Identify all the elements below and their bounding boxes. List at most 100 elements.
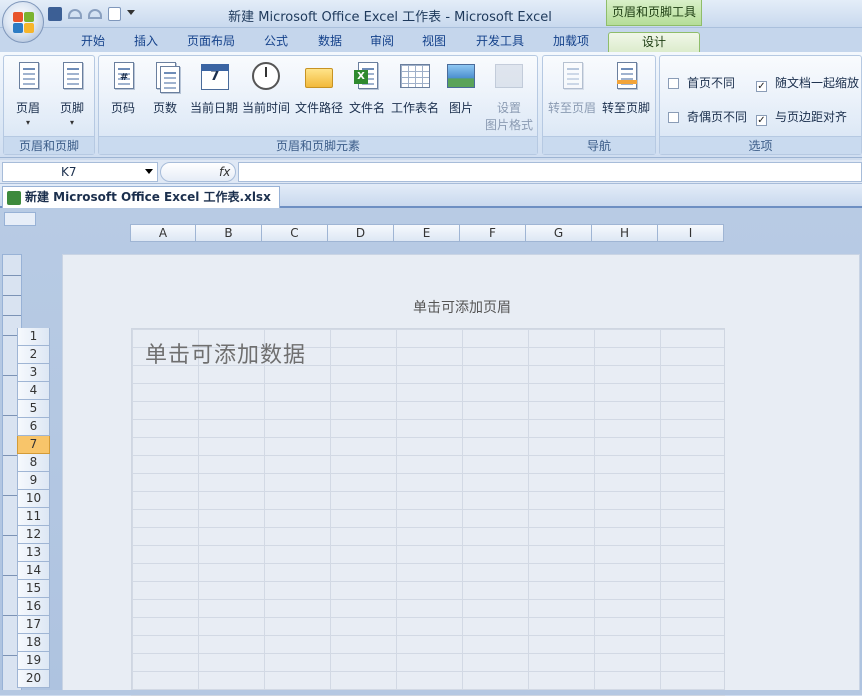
header-placeholder[interactable]: 单击可添加页眉: [63, 297, 861, 317]
scale-with-document-checkbox[interactable]: ✓ 随文档一起缩放: [756, 74, 859, 92]
checkbox-checked-icon: ✓: [756, 81, 767, 92]
group-label: 选项: [660, 136, 861, 154]
row-header[interactable]: 18: [17, 634, 50, 652]
picture-icon: [446, 60, 476, 92]
formula-input[interactable]: [238, 162, 862, 182]
row-header[interactable]: 4: [17, 382, 50, 400]
row-header[interactable]: 3: [17, 364, 50, 382]
column-header[interactable]: E: [394, 224, 460, 242]
column-header[interactable]: D: [328, 224, 394, 242]
excel-icon: [7, 191, 21, 205]
page-layout-page: 单击可添加页眉 单击可添加数据: [62, 254, 861, 696]
tab-design[interactable]: 设计: [608, 32, 700, 52]
row-header[interactable]: 6: [17, 418, 50, 436]
row-header[interactable]: 1: [17, 328, 50, 346]
group-label: 页眉和页脚: [4, 136, 94, 154]
different-odd-even-checkbox[interactable]: 奇偶页不同: [668, 108, 747, 125]
checkbox-empty-icon: [668, 78, 679, 89]
page-number-button[interactable]: # 页码: [101, 60, 145, 117]
row-header[interactable]: 10: [17, 490, 50, 508]
checkbox-empty-icon: [668, 112, 679, 123]
worksheet-area: A B C D E F G H I 单击可添加页眉 单击可添加数据 1 2 3 …: [0, 208, 862, 696]
page-number-icon: #: [108, 60, 138, 92]
office-logo-icon: [13, 12, 35, 34]
file-path-button[interactable]: 文件路径: [293, 60, 345, 117]
column-header[interactable]: I: [658, 224, 724, 242]
row-header[interactable]: 12: [17, 526, 50, 544]
column-header[interactable]: G: [526, 224, 592, 242]
column-header[interactable]: C: [262, 224, 328, 242]
document-tab[interactable]: 新建 Microsoft Office Excel 工作表.xlsx: [2, 186, 280, 208]
chevron-down-icon[interactable]: [145, 169, 153, 174]
tab-view[interactable]: 视图: [408, 32, 460, 52]
group-navigation: 转至页眉 转至页脚 导航: [542, 55, 656, 155]
folder-icon: [304, 60, 334, 92]
page-count-button[interactable]: 页数: [143, 60, 187, 117]
row-header[interactable]: 15: [17, 580, 50, 598]
group-label: 页眉和页脚元素: [99, 136, 537, 154]
row-header[interactable]: 17: [17, 616, 50, 634]
goto-header-icon: [557, 60, 587, 92]
data-placeholder[interactable]: 单击可添加数据: [145, 337, 306, 369]
header-button[interactable]: 页眉 ▾: [6, 60, 50, 127]
row-header[interactable]: 8: [17, 454, 50, 472]
different-first-page-checkbox[interactable]: 首页不同: [668, 74, 735, 91]
column-header[interactable]: A: [130, 224, 196, 242]
group-elements: # 页码 页数 7 当前日期 当前时间 文件路径 X 文件名 工作表名 图片 设…: [98, 55, 538, 155]
tab-page-layout[interactable]: 页面布局: [178, 32, 244, 52]
tab-review[interactable]: 审阅: [356, 32, 408, 52]
row-header[interactable]: 20: [17, 670, 50, 688]
formula-bar: K7 fx: [0, 160, 862, 184]
title-bar: 新建 Microsoft Office Excel 工作表 - Microsof…: [0, 0, 862, 43]
row-header[interactable]: 5: [17, 400, 50, 418]
row-header[interactable]: 2: [17, 346, 50, 364]
excel-file-icon: X: [352, 60, 382, 92]
row-header[interactable]: 13: [17, 544, 50, 562]
goto-footer-icon: [611, 60, 641, 92]
ribbon-tabs: 开始 插入 页面布局 公式 数据 审阅 视图 开发工具 加载项 设计: [0, 28, 862, 52]
sheet-tab-strip[interactable]: [0, 690, 862, 695]
row-header[interactable]: 14: [17, 562, 50, 580]
tab-developer[interactable]: 开发工具: [468, 32, 532, 52]
tab-home[interactable]: 开始: [66, 32, 120, 52]
column-header[interactable]: B: [196, 224, 262, 242]
tab-formulas[interactable]: 公式: [250, 32, 302, 52]
current-date-button[interactable]: 7 当前日期: [187, 60, 241, 117]
group-header-footer: 页眉 ▾ 页脚 ▾ 页眉和页脚: [3, 55, 95, 155]
name-box[interactable]: K7: [2, 162, 158, 182]
row-header-selected[interactable]: 7: [17, 436, 50, 454]
cell-grid[interactable]: [131, 328, 725, 696]
group-label: 导航: [543, 136, 655, 154]
fx-icon: fx: [219, 165, 231, 179]
footer-button[interactable]: 页脚 ▾: [50, 60, 94, 127]
goto-header-button[interactable]: 转至页眉: [545, 60, 599, 117]
document-tab-bar: 新建 Microsoft Office Excel 工作表.xlsx: [0, 184, 862, 208]
column-header[interactable]: H: [592, 224, 658, 242]
sheet-name-button[interactable]: 工作表名: [389, 60, 441, 117]
picture-button[interactable]: 图片: [439, 60, 483, 117]
current-time-button[interactable]: 当前时间: [241, 60, 291, 117]
tab-addins[interactable]: 加载项: [540, 32, 602, 52]
column-header[interactable]: F: [460, 224, 526, 242]
file-name-button[interactable]: X 文件名: [345, 60, 389, 117]
row-header[interactable]: 9: [17, 472, 50, 490]
calendar-icon: 7: [199, 60, 229, 92]
insert-function-button[interactable]: fx: [160, 162, 236, 182]
tab-data[interactable]: 数据: [304, 32, 356, 52]
chevron-down-icon: ▾: [69, 118, 74, 127]
format-picture-icon: [494, 60, 524, 92]
group-options: 首页不同 ✓ 随文档一起缩放 奇偶页不同 ✓ 与页边距对齐 选项: [659, 55, 862, 155]
tab-insert[interactable]: 插入: [120, 32, 172, 52]
footer-icon: [57, 60, 87, 92]
checkbox-checked-icon: ✓: [756, 115, 767, 126]
context-tools-title: 页眉和页脚工具: [606, 0, 702, 26]
row-header[interactable]: 19: [17, 652, 50, 670]
row-header[interactable]: 16: [17, 598, 50, 616]
column-headers: A B C D E F G H I: [130, 224, 724, 242]
format-picture-button[interactable]: 设置 图片格式: [483, 60, 535, 134]
goto-footer-button[interactable]: 转至页脚: [599, 60, 653, 117]
align-with-margins-checkbox[interactable]: ✓ 与页边距对齐: [756, 108, 847, 126]
ribbon: 页眉 ▾ 页脚 ▾ 页眉和页脚 # 页码 页数 7 当前日期 当前时间 文件路径: [0, 52, 862, 158]
row-header[interactable]: 11: [17, 508, 50, 526]
office-button[interactable]: [2, 1, 44, 43]
